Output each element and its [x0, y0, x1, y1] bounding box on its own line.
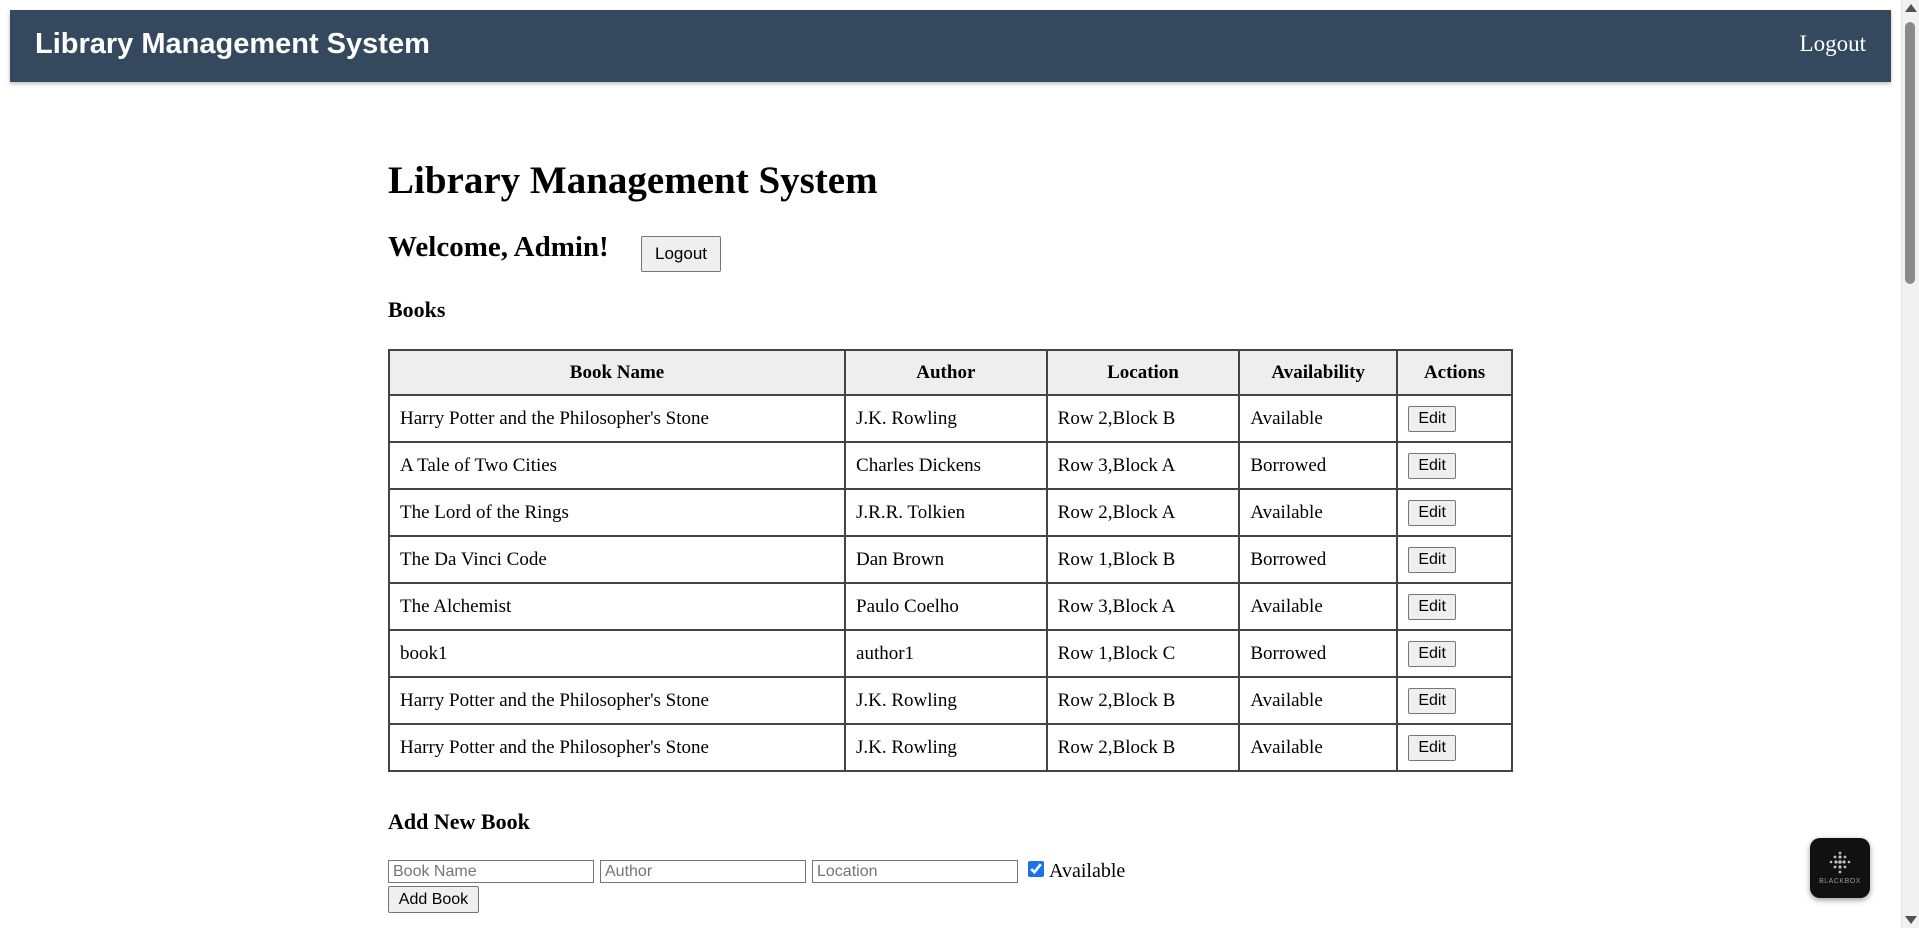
edit-button[interactable]: Edit [1408, 546, 1457, 573]
cell-actions: Edit [1396, 394, 1513, 443]
table-row: Harry Potter and the Philosopher's Stone… [387, 676, 1513, 725]
add-book-heading: Add New Book [388, 809, 530, 834]
cell-book-name: Harry Potter and the Philosopher's Stone [387, 723, 847, 772]
column-header-availability: Availability [1238, 349, 1399, 396]
blackbox-widget-label: BLACKBOX [1819, 878, 1861, 885]
cell-book-name: The Lord of the Rings [387, 488, 847, 537]
column-header-author: Author [844, 349, 1048, 396]
cell-location: Row 2,Block B [1045, 394, 1241, 443]
edit-button[interactable]: Edit [1408, 499, 1457, 526]
table-row: The Da Vinci Code Dan Brown Row 1,Block BB… [387, 535, 1513, 584]
cell-availability: Available [1238, 582, 1399, 631]
edit-button[interactable]: Edit [1408, 687, 1457, 714]
location-input[interactable] [812, 860, 1018, 883]
cell-book-name: A Tale of Two Cities [387, 441, 847, 490]
table-header-row: Book Name Author Location Availability A… [387, 349, 1513, 396]
edit-button[interactable]: Edit [1408, 640, 1457, 667]
book-name-input[interactable] [388, 860, 594, 883]
welcome-heading: Welcome, Admin! [388, 231, 609, 263]
scrollbar-thumb[interactable] [1905, 22, 1915, 284]
table-row: Harry Potter and the Philosopher's Stone… [387, 723, 1513, 772]
cell-actions: Edit [1396, 582, 1513, 631]
available-checkbox[interactable] [1028, 861, 1044, 877]
column-header-location: Location [1045, 349, 1241, 396]
cell-location: Row 3,Block A [1045, 441, 1241, 490]
scroll-up-arrow-icon[interactable] [1905, 4, 1917, 12]
cell-availability: Available [1238, 676, 1399, 725]
edit-button[interactable]: Edit [1408, 405, 1457, 432]
add-book-form: Available [388, 860, 1288, 886]
navbar-logout-link[interactable]: Logout [1800, 31, 1866, 57]
page-title: Library Management System [388, 159, 878, 202]
edit-button[interactable]: Edit [1408, 734, 1457, 761]
logout-button[interactable]: Logout [641, 236, 721, 272]
table-row: The Lord of the Rings J.R.R. Tolkien Row 2… [387, 488, 1513, 537]
cell-author: J.K. Rowling [844, 676, 1048, 725]
cell-location: Row 1,Block C [1045, 629, 1241, 678]
cell-actions: Edit [1396, 488, 1513, 537]
cell-author: Paulo Coelho [844, 582, 1048, 631]
add-book-button[interactable]: Add Book [388, 886, 479, 913]
cell-availability: Borrowed [1238, 535, 1399, 584]
cell-actions: Edit [1396, 676, 1513, 725]
table-row: book1 author1 Row 1,Block C Borrowed Edit [387, 629, 1513, 678]
table-row: Harry Potter and the Philosopher's Stone… [387, 394, 1513, 443]
cell-author: Dan Brown [844, 535, 1048, 584]
cell-actions: Edit [1396, 629, 1513, 678]
cell-book-name: Harry Potter and the Philosopher's Stone [387, 394, 847, 443]
cell-availability: Borrowed [1238, 441, 1399, 490]
cell-book-name: The Da Vinci Code [387, 535, 847, 584]
cell-location: Row 1,Block B [1045, 535, 1241, 584]
page-scrollbar[interactable] [1901, 0, 1919, 928]
cell-actions: Edit [1396, 535, 1513, 584]
cell-book-name: book1 [387, 629, 847, 678]
column-header-actions: Actions [1396, 349, 1513, 396]
column-header-book-name: Book Name [387, 349, 847, 396]
cell-availability: Borrowed [1238, 629, 1399, 678]
cell-book-name: Harry Potter and the Philosopher's Stone [387, 676, 847, 725]
table-row: The Alchemist Paulo Coelho Row 3,Block A Av… [387, 582, 1513, 631]
cell-actions: Edit [1396, 441, 1513, 490]
scroll-down-arrow-icon[interactable] [1905, 916, 1917, 924]
cell-author: J.K. Rowling [844, 723, 1048, 772]
cell-author: author1 [844, 629, 1048, 678]
cell-availability: Available [1238, 488, 1399, 537]
cell-availability: Available [1238, 723, 1399, 772]
available-checkbox-label: Available [1049, 860, 1126, 882]
cell-actions: Edit [1396, 723, 1513, 772]
cell-author: J.K. Rowling [844, 394, 1048, 443]
cell-location: Row 3,Block A [1045, 582, 1241, 631]
cell-book-name: The Alchemist [387, 582, 847, 631]
edit-button[interactable]: Edit [1408, 593, 1457, 620]
edit-button[interactable]: Edit [1408, 452, 1457, 479]
author-input[interactable] [600, 860, 806, 883]
cell-author: Charles Dickens [844, 441, 1048, 490]
blackbox-logo-icon [1829, 851, 1851, 874]
navbar-title: Library Management System [35, 28, 430, 60]
cell-location: Row 2,Block A [1045, 488, 1241, 537]
books-heading: Books [388, 297, 446, 322]
blackbox-widget-button[interactable]: BLACKBOX [1810, 838, 1870, 898]
table-row: A Tale of Two Cities Charles Dickens Row 3… [387, 441, 1513, 490]
top-navbar: Library Management System Logout [10, 10, 1891, 82]
cell-author: J.R.R. Tolkien [844, 488, 1048, 537]
cell-location: Row 2,Block B [1045, 723, 1241, 772]
cell-location: Row 2,Block B [1045, 676, 1241, 725]
books-table: Book Name Author Location Availability A… [387, 349, 1513, 772]
cell-availability: Available [1238, 394, 1399, 443]
